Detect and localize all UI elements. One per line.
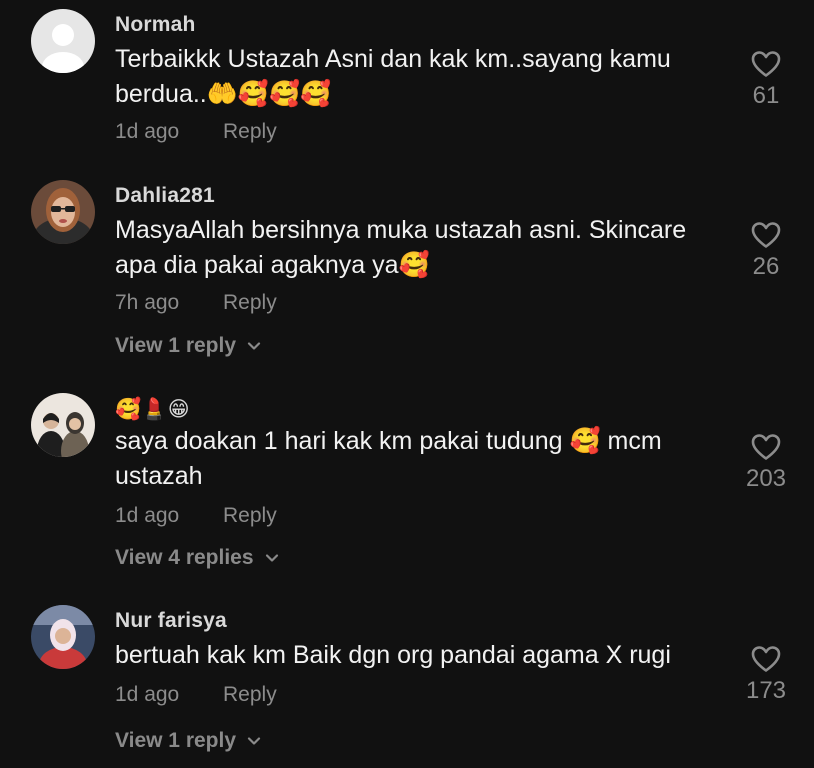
reply-button[interactable]: Reply xyxy=(223,120,277,144)
view-replies-label: View 1 reply xyxy=(115,729,237,752)
comment-text: saya doakan 1 hari kak km pakai tudung 🥰… xyxy=(115,427,662,490)
reply-button[interactable]: Reply xyxy=(223,683,277,707)
comment-time: 1d ago xyxy=(115,683,180,706)
avatar[interactable] xyxy=(31,605,95,669)
user-photo xyxy=(31,180,95,244)
comment-meta: 7h ago Reply xyxy=(115,291,277,315)
reply-button[interactable]: Reply xyxy=(223,291,277,315)
chevron-down-icon xyxy=(247,737,261,745)
comment-time: 1d ago xyxy=(115,120,180,143)
comment-username[interactable]: Normah xyxy=(115,13,196,37)
heart-outline-icon[interactable] xyxy=(751,645,781,673)
comment-meta: 1d ago Reply xyxy=(115,120,277,144)
comment-username[interactable]: 🥰💄😁 xyxy=(115,397,190,422)
heart-outline-icon[interactable] xyxy=(751,221,781,249)
reply-button[interactable]: Reply xyxy=(223,504,277,528)
view-replies-button[interactable]: View 1 reply xyxy=(115,729,262,753)
comment-time: 1d ago xyxy=(115,504,180,527)
like-group: 26 xyxy=(736,221,796,281)
like-count: 173 xyxy=(745,677,787,704)
like-count: 203 xyxy=(745,465,787,492)
comment-username[interactable]: Nur farisya xyxy=(115,609,227,633)
avatar[interactable] xyxy=(31,180,95,244)
heart-outline-icon[interactable] xyxy=(751,433,781,461)
view-replies-button[interactable]: View 4 replies xyxy=(115,546,280,570)
comment-username[interactable]: Dahlia281 xyxy=(115,184,215,208)
like-count: 26 xyxy=(752,253,780,280)
comment-text: bertuah kak km Baik dgn org pandai agama… xyxy=(115,641,671,669)
like-group: 61 xyxy=(736,50,796,110)
like-group: 203 xyxy=(736,433,796,493)
comment-meta: 1d ago Reply xyxy=(115,504,277,528)
like-count: 61 xyxy=(752,82,780,109)
heart-outline-icon[interactable] xyxy=(751,50,781,78)
chevron-down-icon xyxy=(265,554,278,562)
comment-time: 7h ago xyxy=(115,291,180,314)
view-replies-label: View 1 reply xyxy=(115,334,237,357)
view-replies-label: View 4 replies xyxy=(115,546,254,569)
comment-text: Terbaikkk Ustazah Asni dan kak km..sayan… xyxy=(115,45,671,108)
avatar[interactable] xyxy=(31,393,95,457)
avatar[interactable] xyxy=(31,9,95,73)
view-replies-button[interactable]: View 1 reply xyxy=(115,334,262,358)
user-photo xyxy=(31,605,95,669)
comment-text: MasyaAllah bersihnya muka ustazah asni. … xyxy=(115,216,687,279)
comment-meta: 1d ago Reply xyxy=(115,683,277,707)
user-photo xyxy=(31,393,95,457)
default-avatar-icon xyxy=(31,9,95,73)
like-group: 173 xyxy=(736,645,796,705)
chevron-down-icon xyxy=(247,342,261,350)
